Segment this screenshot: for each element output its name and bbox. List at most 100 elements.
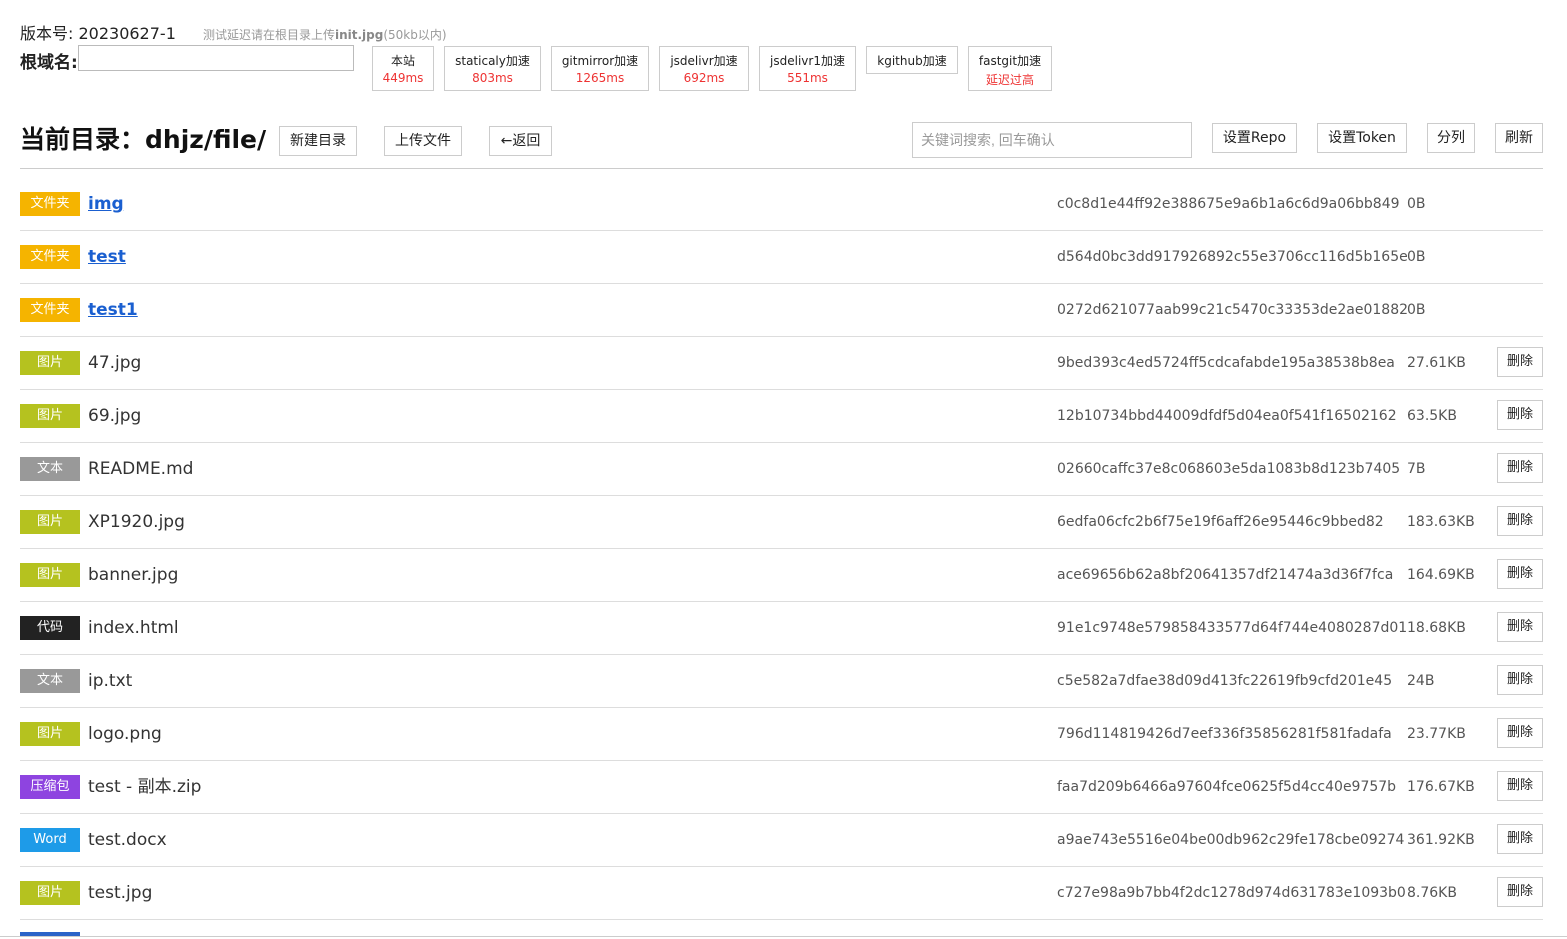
folder-link[interactable]: test1 <box>88 298 138 322</box>
refresh-button[interactable]: 刷新 <box>1495 123 1543 153</box>
file-hash: c5e582a7dfae38d09d413fc22619fb9cfd201e45 <box>1057 673 1393 689</box>
file-type-badge: 压缩包 <box>20 775 80 799</box>
cdn-button-kgithub[interactable]: kgithub加速 <box>866 46 958 74</box>
file-size: 7B <box>1407 461 1426 477</box>
delete-button[interactable]: 删除 <box>1497 665 1543 695</box>
file-type-badge: 图片 <box>20 510 80 534</box>
set-repo-button[interactable]: 设置Repo <box>1212 123 1297 153</box>
file-type-badge: 文本 <box>20 669 80 693</box>
file-hash: a9ae743e5516e04be00db962c29fe178cbe09274 <box>1057 832 1405 848</box>
root-domain-input[interactable] <box>78 45 354 71</box>
cdn-button-jsdelivr1[interactable]: jsdelivr1加速 551ms <box>759 46 856 91</box>
file-type-badge: 文件夹 <box>20 245 80 269</box>
file-size: 27.61KB <box>1407 355 1466 371</box>
folder-link[interactable]: img <box>88 192 124 216</box>
file-row: 文件夹 test1 0272d621077aab99c21c5470c33353de… <box>20 284 1543 337</box>
delete-button[interactable]: 删除 <box>1497 718 1543 748</box>
file-hash: 9bed393c4ed5724ff5cdcafabde195a38538b8ea <box>1057 355 1395 371</box>
file-row: 代码 index.html 91e1c9748e579858433577d64f74… <box>20 602 1543 655</box>
file-type-badge: 图片 <box>20 563 80 587</box>
cdn-button-jsdelivr[interactable]: jsdelivr加速 692ms <box>659 46 749 91</box>
file-size: 176.67KB <box>1407 779 1475 795</box>
upload-file-button[interactable]: 上传文件 <box>384 126 462 156</box>
file-name: XP1920.jpg <box>88 512 185 532</box>
file-size: 24B <box>1407 673 1435 689</box>
cdn-button-gitmirror[interactable]: gitmirror加速 1265ms <box>551 46 649 91</box>
file-name: 47.jpg <box>88 353 142 373</box>
file-row: 压缩包 test - 副本.zip faa7d209b6466a97604fce06… <box>20 761 1543 814</box>
file-size: 183.63KB <box>1407 514 1475 530</box>
cdn-button-staticaly[interactable]: staticaly加速 803ms <box>444 46 541 91</box>
file-size: 164.69KB <box>1407 567 1475 583</box>
file-row: 图片 banner.jpg ace69656b62a8bf20641357df214… <box>20 549 1543 602</box>
file-type-badge: 图片 <box>20 351 80 375</box>
delete-button[interactable]: 删除 <box>1497 400 1543 430</box>
file-hash: c727e98a9b7bb4f2dc1278d974d631783e1093b0 <box>1057 885 1406 901</box>
file-hash: faa7d209b6466a97604fce0625f5d4cc40e9757b <box>1057 779 1397 795</box>
file-type-badge: 图片 <box>20 404 80 428</box>
file-row: 图片 47.jpg 9bed393c4ed5724ff5cdcafabde195a3… <box>20 337 1543 390</box>
back-button[interactable]: ←返回 <box>489 126 552 156</box>
search-input[interactable] <box>912 122 1192 158</box>
file-size: 23.77KB <box>1407 726 1466 742</box>
file-row: 图片 69.jpg 12b10734bbd44009dfdf5d04ea0f541f… <box>20 390 1543 443</box>
folder-link[interactable]: test <box>88 245 126 269</box>
latency-hint: 测试延迟请在根目录上传init.jpg(50kb以内) <box>202 28 447 42</box>
file-name: banner.jpg <box>88 565 179 585</box>
delete-button[interactable]: 删除 <box>1497 347 1543 377</box>
file-row: Word test.docx a9ae743e5516e04be00db962c29… <box>20 814 1543 867</box>
file-hash: 0272d621077aab99c21c5470c33353de2ae01882 <box>1057 302 1409 318</box>
file-hash: ace69656b62a8bf20641357df21474a3d36f7fca <box>1057 567 1394 583</box>
set-token-button[interactable]: 设置Token <box>1317 123 1407 153</box>
file-row: 文件夹 test d564d0bc3dd917926892c55e3706cc116… <box>20 231 1543 284</box>
file-hash: 91e1c9748e579858433577d64f744e4080287d01 <box>1057 620 1408 636</box>
window-bottom-edge <box>0 936 1567 937</box>
split-columns-button[interactable]: 分列 <box>1427 123 1475 153</box>
delete-button[interactable]: 删除 <box>1497 877 1543 907</box>
file-name: logo.png <box>88 724 162 744</box>
file-name: test - 副本.zip <box>88 777 202 797</box>
delete-button[interactable]: 删除 <box>1497 771 1543 801</box>
file-name: ip.txt <box>88 671 133 691</box>
file-row: 文本 README.md 02660caffc37e8c068603e5da1083… <box>20 443 1543 496</box>
cdn-button-fastgit[interactable]: fastgit加速 延迟过高 <box>968 46 1052 91</box>
file-hash: 6edfa06cfc2b6f75e19f6aff26e95446c9bbed82 <box>1057 514 1384 530</box>
file-size: 0B <box>1407 196 1426 212</box>
file-hash: 02660caffc37e8c068603e5da1083b8d123b7405 <box>1057 461 1401 477</box>
file-size: 18.68KB <box>1407 620 1466 636</box>
current-directory-title: 当前目录：dhjz/file/ <box>20 125 267 154</box>
file-name: 69.jpg <box>88 406 142 426</box>
file-type-badge: 文本 <box>20 457 80 481</box>
delete-button[interactable]: 删除 <box>1497 453 1543 483</box>
file-name: test.jpg <box>88 883 153 903</box>
file-size: 0B <box>1407 249 1426 265</box>
delete-button[interactable]: 删除 <box>1497 506 1543 536</box>
file-hash: 12b10734bbd44009dfdf5d04ea0f541f16502162 <box>1057 408 1397 424</box>
delete-button[interactable]: 删除 <box>1497 559 1543 589</box>
file-size: 361.92KB <box>1407 832 1475 848</box>
file-row: 图片 test.jpg c727e98a9b7bb4f2dc1278d974d631… <box>20 867 1543 920</box>
file-row: 图片 XP1920.jpg 6edfa06cfc2b6f75e19f6aff26e9… <box>20 496 1543 549</box>
file-type-badge: 图片 <box>20 881 80 905</box>
file-hash: c0c8d1e44ff92e388675e9a6b1a6c6d9a06bb849 <box>1057 196 1400 212</box>
divider <box>20 168 1543 169</box>
file-type-badge: 文件夹 <box>20 298 80 322</box>
file-type-badge: 代码 <box>20 616 80 640</box>
delete-button[interactable]: 删除 <box>1497 612 1543 642</box>
file-row: 图片 logo.png 796d114819426d7eef336f35856281… <box>20 708 1543 761</box>
cdn-button-local[interactable]: 本站 449ms <box>372 46 434 91</box>
file-hash: 796d114819426d7eef336f35856281f581fadafa <box>1057 726 1392 742</box>
file-type-badge: 文件夹 <box>20 192 80 216</box>
version-label: 版本号: 20230627-1 <box>20 24 176 43</box>
root-domain-label: 根域名: <box>20 53 78 73</box>
file-row: 文本 ip.txt c5e582a7dfae38d09d413fc22619fb9c… <box>20 655 1543 708</box>
delete-button[interactable]: 删除 <box>1497 824 1543 854</box>
new-directory-button[interactable]: 新建目录 <box>279 126 357 156</box>
file-size: 8.76KB <box>1407 885 1457 901</box>
file-name: test.docx <box>88 830 167 850</box>
file-size: 63.5KB <box>1407 408 1457 424</box>
file-list: 文件夹 img c0c8d1e44ff92e388675e9a6b1a6c6d9a0… <box>20 178 1543 920</box>
version-info: 版本号: 20230627-1 测试延迟请在根目录上传init.jpg(50kb… <box>20 20 447 44</box>
file-name: README.md <box>88 459 194 479</box>
file-type-badge: Word <box>20 828 80 852</box>
